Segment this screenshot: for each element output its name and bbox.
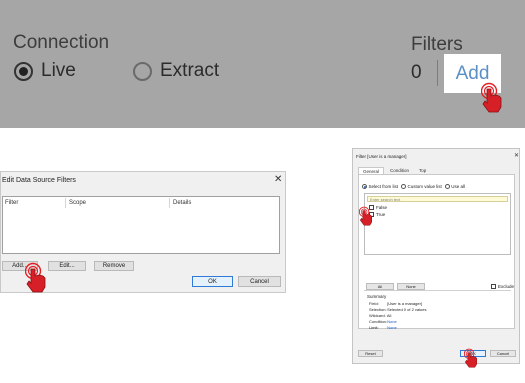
edit-button[interactable]: Edit... [48, 261, 86, 271]
checkbox-icon[interactable] [491, 284, 496, 289]
option-label: Custom value list [407, 184, 442, 189]
summary-key: Selection: [369, 307, 387, 312]
dialog-title: Filter [User is a manager] [356, 154, 407, 159]
general-tab-panel: Select from list Custom value list Use a… [358, 174, 515, 330]
summary-value: [User is a manager] [387, 301, 423, 306]
connection-panel: Connection Live Extract Filters 0 Add [0, 0, 525, 128]
radio-selected-icon [14, 61, 33, 81]
divider [437, 60, 438, 86]
ok-button[interactable]: OK [192, 276, 233, 287]
remove-button[interactable]: Remove [94, 261, 134, 271]
summary-title: Summary [367, 294, 387, 299]
column-header-scope[interactable]: Scope [69, 200, 86, 206]
extract-radio[interactable]: Extract [133, 60, 219, 82]
close-icon[interactable]: ✕ [514, 152, 519, 159]
summary-row: Condition: None [369, 319, 397, 324]
filters-label: Filters [411, 34, 463, 55]
connection-label: Connection [13, 32, 110, 53]
summary-key: Wildcard: [369, 313, 386, 318]
column-header-details[interactable]: Details [173, 200, 191, 206]
filter-dialog: Filter [User is a manager] ✕ General Con… [352, 148, 520, 364]
summary-key: Condition: [369, 319, 388, 324]
summary-link[interactable]: None [387, 325, 397, 330]
column-divider [169, 198, 170, 208]
value-label: False [376, 205, 388, 210]
hand-pointer-icon [359, 206, 373, 226]
summary-value: All [386, 313, 392, 318]
filters-list[interactable]: Filter Scope Details [2, 196, 280, 254]
radio-unselected-icon [444, 184, 450, 189]
all-button[interactable]: All [366, 283, 394, 290]
extract-label: Extract [160, 60, 220, 81]
summary-link[interactable]: None [387, 319, 397, 324]
search-input[interactable]: Enter search text [367, 196, 508, 202]
reset-button[interactable]: Reset [358, 350, 383, 357]
option-label: Use all [451, 184, 466, 189]
filters-count: 0 [411, 62, 422, 83]
column-divider [65, 198, 66, 208]
selection-mode-group: Select from list Custom value list Use a… [362, 184, 468, 189]
none-button[interactable]: None [397, 283, 425, 290]
live-label: Live [41, 60, 76, 81]
close-icon[interactable]: ✕ [274, 174, 282, 185]
cancel-button[interactable]: Cancel [238, 276, 281, 287]
column-header-filter[interactable]: Filter [5, 200, 18, 206]
values-list[interactable]: Enter search text False True [364, 193, 511, 255]
radio-unselected-icon [401, 184, 407, 189]
hand-pointer-icon [25, 262, 46, 293]
summary-key: Field: [369, 301, 379, 306]
dialog-title: Edit Data Source Filters [2, 177, 76, 184]
summary-row: Limit: None [369, 325, 397, 330]
exclude-label: Exclude [498, 284, 515, 289]
summary-value: Selected 0 of 2 values [387, 307, 427, 312]
summary-key: Limit: [369, 325, 379, 330]
option-label: Select from list [368, 184, 399, 189]
use-all-radio[interactable]: Use all [444, 184, 466, 189]
summary-row: Wildcard: All [369, 313, 391, 318]
summary-row: Field: [User is a manager] [369, 301, 422, 306]
exclude-checkbox[interactable]: Exclude [491, 284, 514, 289]
live-radio[interactable]: Live [14, 60, 76, 82]
summary-section: Summary Field: [User is a manager] Selec… [364, 290, 511, 330]
hand-pointer-icon [464, 348, 478, 368]
radio-selected-icon [362, 184, 367, 189]
cancel-button[interactable]: Cancel [490, 350, 516, 357]
radio-unselected-icon [133, 61, 152, 81]
hand-pointer-icon [481, 82, 502, 113]
select-from-list-radio[interactable]: Select from list [362, 184, 398, 189]
custom-value-list-radio[interactable]: Custom value list [401, 184, 442, 189]
value-label: True [376, 212, 386, 217]
summary-row: Selection: Selected 0 of 2 values [369, 307, 426, 312]
